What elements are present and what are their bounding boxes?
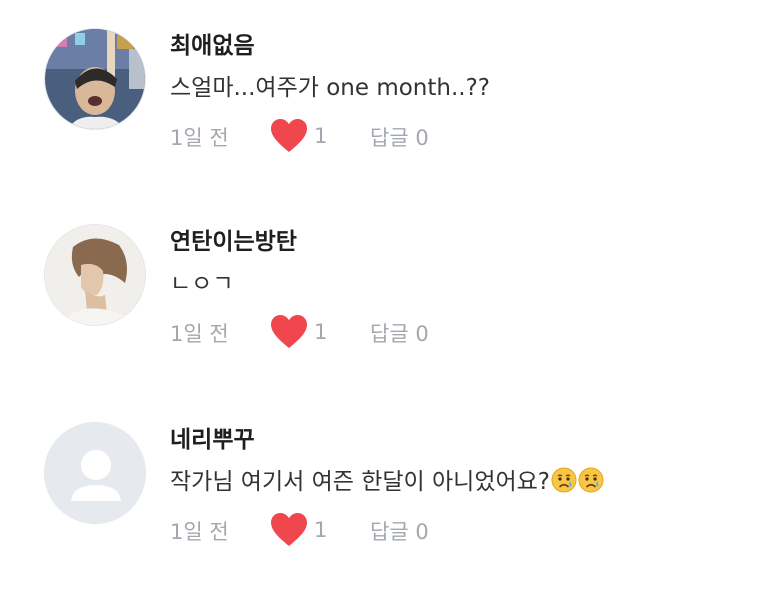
comment-meta: 1일 전 1 답글 0: [170, 513, 590, 546]
like-button[interactable]: 1: [270, 312, 327, 352]
heart-icon: [271, 119, 307, 152]
comment-text-body: 작가님 여기서 여즌 한달이 아니었어요?: [170, 469, 551, 495]
avatar[interactable]: [44, 224, 146, 326]
comment-meta: 1일 전 1 답글 0: [170, 119, 590, 152]
like-button[interactable]: 1: [270, 116, 327, 156]
comment-item: 연탄이는방탄 ㄴㅇㄱ 1일 전 1 답글 0: [0, 196, 783, 392]
like-count: 1: [314, 320, 328, 344]
crying-face-icon: [551, 467, 577, 493]
comment-text: 스얼마...여주가 one month..??: [170, 75, 491, 101]
comment-text: 작가님 여기서 여즌 한달이 아니었어요?: [170, 462, 604, 496]
comment-text: ㄴㅇㄱ: [170, 271, 234, 297]
reply-button[interactable]: 답글 0: [370, 318, 429, 348]
heart-icon: [271, 315, 307, 348]
default-user-icon: [45, 423, 145, 523]
username[interactable]: 네리뿌꾸: [170, 420, 255, 454]
username[interactable]: 최애없음: [170, 26, 255, 60]
comment-item: 최애없음 스얼마...여주가 one month..?? 1일 전 1 답글 0: [0, 0, 783, 196]
avatar-photo: [45, 29, 145, 129]
comment-meta: 1일 전 1 답글 0: [170, 315, 590, 348]
avatar[interactable]: [44, 28, 146, 130]
comment-item: 네리뿌꾸 작가님 여기서 여즌 한달이 아니었어요? 1일 전 1 답글 0: [0, 394, 783, 590]
avatar[interactable]: [44, 422, 146, 524]
reply-button[interactable]: 답글 0: [370, 122, 429, 152]
like-count: 1: [314, 518, 328, 542]
like-button[interactable]: 1: [270, 510, 327, 550]
avatar-photo: [45, 225, 145, 325]
heart-icon: [271, 513, 307, 546]
timestamp: 1일 전: [170, 520, 229, 544]
username[interactable]: 연탄이는방탄: [170, 222, 297, 256]
timestamp: 1일 전: [170, 322, 229, 346]
like-count: 1: [314, 124, 328, 148]
crying-face-icon: [578, 467, 604, 493]
timestamp: 1일 전: [170, 126, 229, 150]
reply-button[interactable]: 답글 0: [370, 516, 429, 546]
